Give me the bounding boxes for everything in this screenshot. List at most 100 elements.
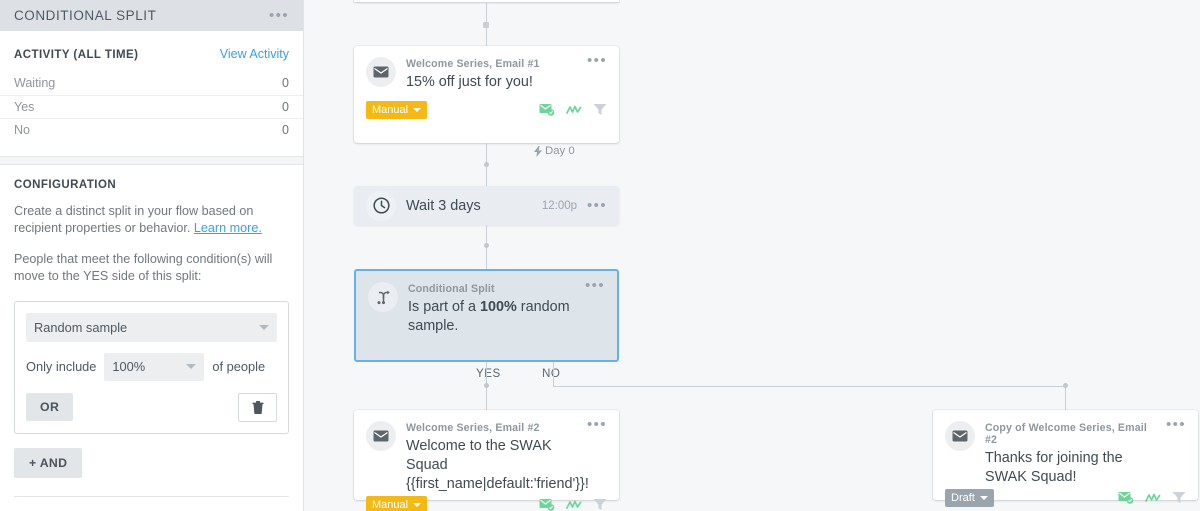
node-title-emphasis: 100% — [480, 299, 517, 315]
view-activity-link[interactable]: View Activity — [220, 47, 289, 61]
chevron-down-icon — [413, 502, 422, 507]
condition-actions: OR — [26, 392, 277, 422]
node-header: Welcome Series, Email #1 15% off just fo… — [354, 46, 619, 92]
percent-value: 100% — [112, 359, 146, 374]
node-kicker: Conditional Split — [408, 283, 495, 295]
node-text-block: Welcome Series, Email #1 15% off just fo… — [406, 57, 579, 92]
analytics-icon[interactable] — [566, 499, 582, 511]
configuration-section: CONFIGURATION Create a distinct split in… — [0, 165, 303, 497]
node-kicker: Welcome Series, Email #2 — [406, 422, 540, 434]
configuration-description: Create a distinct split in your flow bas… — [14, 203, 289, 237]
node-conditional-split[interactable]: Conditional Split Is part of a 100% rand… — [354, 269, 619, 362]
node-menu-icon[interactable]: ••• — [587, 198, 607, 213]
node-icon-row — [539, 103, 607, 117]
activity-row-value: 0 — [282, 75, 289, 90]
edge-no-branch-horizontal — [553, 386, 1065, 387]
node-icon-row — [1118, 491, 1186, 505]
envelope-icon — [366, 421, 396, 451]
node-email-welcome-2[interactable]: Welcome Series, Email #2 Welcome to the … — [354, 410, 619, 511]
branch-label-no: NO — [542, 367, 561, 380]
node-title: Thanks for joining the SWAK Squad! — [985, 450, 1123, 485]
node-menu-icon[interactable]: ••• — [577, 278, 605, 336]
node-title-prefix: Is part of a — [408, 299, 480, 315]
node-email-welcome-1[interactable]: Welcome Series, Email #1 15% off just fo… — [354, 46, 619, 143]
edge-handle[interactable] — [484, 383, 489, 388]
wait-title: Wait 3 days — [406, 197, 481, 214]
branch-label-yes: YES — [476, 367, 501, 380]
node-wait-3-days[interactable]: Wait 3 days 12:00p ••• — [354, 186, 619, 225]
node-header: Conditional Split Is part of a 100% rand… — [356, 271, 617, 336]
node-text-block: Copy of Welcome Series, Email #2 Thanks … — [985, 421, 1158, 487]
ellipsis-icon[interactable]: ••• — [269, 8, 289, 23]
of-people-label: of people — [212, 359, 266, 374]
add-and-button[interactable]: + AND — [14, 447, 83, 478]
status-badge[interactable]: Manual — [366, 101, 428, 119]
activity-row-label: Yes — [14, 99, 35, 114]
chevron-down-icon — [259, 324, 269, 330]
filter-funnel-icon[interactable] — [1172, 491, 1186, 504]
analytics-icon[interactable] — [1145, 492, 1161, 504]
node-icon-row — [539, 498, 607, 511]
lightning-bolt-icon — [534, 145, 542, 157]
activity-row-value: 0 — [282, 99, 289, 114]
timing-label-day0: Day 0 — [534, 145, 575, 157]
node-kicker: Welcome Series, Email #1 — [406, 58, 540, 70]
status-badge-label: Manual — [372, 103, 409, 116]
activity-list: Waiting 0 Yes 0 No 0 — [0, 71, 303, 156]
node-title: 15% off just for you! — [406, 74, 533, 90]
envelope-icon — [366, 57, 396, 87]
timing-label-text: Day 0 — [545, 145, 575, 157]
learn-more-link[interactable]: Learn more. — [194, 221, 262, 235]
node-footer: Manual — [354, 496, 619, 511]
page-title: CONDITIONAL SPLIT — [14, 8, 157, 23]
node-title: Welcome to the SWAK Squad {{first_name|d… — [406, 438, 589, 492]
activity-row-waiting: Waiting 0 — [0, 71, 303, 95]
chevron-down-icon — [413, 107, 422, 112]
node-text-block: Conditional Split Is part of a 100% rand… — [408, 282, 577, 336]
node-footer: Manual — [354, 101, 619, 129]
edge-handle[interactable] — [484, 162, 489, 167]
filter-funnel-icon[interactable] — [593, 498, 607, 511]
flow-canvas[interactable]: Welcome Series, Email #1 15% off just fo… — [304, 0, 1200, 511]
node-menu-icon[interactable]: ••• — [579, 53, 607, 92]
email-open-check-icon[interactable] — [539, 498, 555, 511]
analytics-icon[interactable] — [566, 104, 582, 116]
clock-icon — [366, 190, 396, 221]
status-badge-label: Manual — [372, 498, 409, 511]
chevron-down-icon — [186, 364, 197, 369]
split-arrow-glyph — [377, 290, 390, 305]
only-include-label: Only include — [26, 359, 97, 374]
filter-funnel-icon[interactable] — [593, 103, 607, 116]
node-menu-icon[interactable]: ••• — [579, 417, 607, 494]
email-open-check-icon[interactable] — [539, 103, 555, 117]
wait-time: 12:00p — [541, 199, 578, 212]
activity-row-no: No 0 — [0, 118, 303, 142]
edge-handle[interactable] — [1063, 383, 1068, 388]
node-menu-icon[interactable]: ••• — [1158, 417, 1186, 487]
percent-select[interactable]: 100% — [104, 352, 205, 381]
wait-row: Wait 3 days 12:00p ••• — [354, 186, 619, 225]
section-divider — [0, 155, 303, 165]
or-button[interactable]: OR — [26, 393, 74, 421]
status-badge[interactable]: Manual — [366, 496, 428, 511]
configuration-title: CONFIGURATION — [14, 178, 117, 191]
sidebar-header: CONDITIONAL SPLIT ••• — [0, 0, 303, 31]
node-header: Welcome Series, Email #2 Welcome to the … — [354, 410, 619, 494]
envelope-glyph — [373, 66, 389, 78]
status-badge[interactable]: Draft — [945, 489, 994, 507]
activity-title: ACTIVITY (ALL TIME) — [14, 49, 139, 61]
edge-handle[interactable] — [483, 22, 489, 28]
node-email-copy-welcome-2[interactable]: Copy of Welcome Series, Email #2 Thanks … — [933, 410, 1198, 507]
sidebar-panel: CONDITIONAL SPLIT ••• ACTIVITY (ALL TIME… — [0, 0, 304, 511]
node-kicker: Copy of Welcome Series, Email #2 — [985, 422, 1147, 446]
node-title: Is part of a 100% random sample. — [408, 298, 577, 336]
edge-handle[interactable] — [484, 243, 489, 248]
condition-percent-row: Only include 100% of people — [26, 352, 277, 381]
condition-type-select[interactable]: Random sample — [26, 312, 277, 342]
activity-row-value: 0 — [282, 123, 289, 138]
edge-no-branch — [553, 362, 554, 386]
email-open-check-icon[interactable] — [1118, 491, 1134, 505]
delete-condition-button[interactable] — [238, 392, 277, 422]
trash-icon — [252, 400, 263, 414]
chevron-down-icon — [979, 495, 988, 500]
